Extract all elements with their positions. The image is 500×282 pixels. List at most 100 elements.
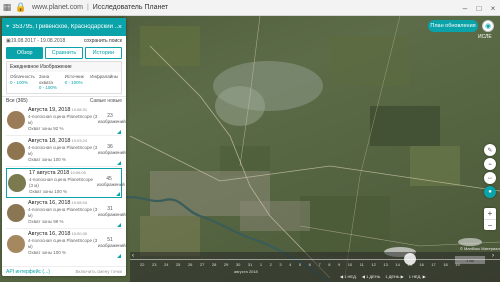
timeline-day[interactable]: 30 bbox=[236, 262, 240, 267]
url-bar[interactable]: www.planet.com bbox=[32, 4, 83, 11]
account-label[interactable]: ИСЛЕ bbox=[478, 34, 492, 40]
timeline-day[interactable]: 7 bbox=[318, 262, 320, 267]
timeline-day[interactable]: 5 bbox=[299, 262, 301, 267]
timeline-day[interactable]: 17 bbox=[431, 262, 435, 267]
card-date: Августа 19, 201810:08:31 bbox=[28, 106, 88, 113]
timeline: ‹ › 22 23 24 25 26 27 28 29 30 31 1 2 3 4 5 6 7 8 9 10 11 12 1… bbox=[130, 252, 500, 282]
draw-icon[interactable]: ✎ bbox=[484, 144, 496, 156]
card-description: 4-полосная сцена PlanetScope (3 м) bbox=[28, 207, 98, 219]
filters-header[interactable]: Ежедневное Изображение bbox=[7, 62, 121, 72]
back-week-button[interactable]: ◀ 1 НЕД. bbox=[340, 274, 357, 279]
measure-icon[interactable]: ↔ bbox=[484, 172, 496, 184]
image-card[interactable]: Августа 16, 201810:08:04 4-полосная сцена… bbox=[6, 199, 126, 229]
image-card[interactable]: 17 августа 201810:06:00 4-полосная сцена … bbox=[6, 167, 125, 198]
image-thumbnail[interactable] bbox=[7, 234, 25, 253]
zoom-out-button[interactable]: − bbox=[484, 219, 496, 230]
forward-week-button[interactable]: 1 НЕД. ▶ bbox=[409, 274, 426, 279]
card-body: Августа 18, 201810:03:24 4-полосная сцена… bbox=[28, 138, 98, 164]
timeline-forward-arrow-icon[interactable]: › bbox=[492, 253, 494, 259]
image-thumbnail[interactable] bbox=[7, 110, 25, 129]
timeline-day[interactable]: 8 bbox=[328, 262, 330, 267]
api-link[interactable]: API интерфейс (...) bbox=[6, 269, 50, 275]
sort-dropdown[interactable]: Самые новые bbox=[90, 98, 122, 104]
timeline-day[interactable]: 18 bbox=[443, 262, 447, 267]
tab-stories[interactable]: Истории bbox=[84, 47, 122, 59]
filter-coverage[interactable]: Зона охвата 0 - 100% bbox=[39, 74, 61, 91]
save-search-button[interactable]: сохранить поиск bbox=[84, 38, 122, 44]
location-search[interactable]: ⌖ 353795, Гривенское, Краснодарский ... … bbox=[2, 18, 126, 36]
api-extra[interactable]: Включить смену точки bbox=[75, 269, 122, 274]
timeline-back-arrow-icon[interactable]: ‹ bbox=[132, 253, 134, 259]
timeline-day[interactable]: 16 bbox=[419, 262, 423, 267]
list-header: Все (365) Самые новые bbox=[2, 95, 126, 105]
timeline-day[interactable]: 19 bbox=[455, 262, 459, 267]
timeline-day[interactable]: 26 bbox=[188, 262, 192, 267]
timeline-day[interactable]: 12 bbox=[371, 262, 375, 267]
search-panel: ⌖ 353795, Гривенское, Краснодарский ... … bbox=[2, 18, 126, 276]
account-avatar-icon[interactable]: ◉ bbox=[482, 20, 494, 32]
date-range-row: ▣ 19.08.2017 - 19.08.2018 сохранить поис… bbox=[2, 36, 126, 46]
card-coverage: Охват зоны 100 % bbox=[29, 189, 67, 195]
image-card[interactable]: Августа 19, 201810:08:31 4-полосная сцена… bbox=[6, 106, 126, 136]
timeline-cursor[interactable] bbox=[404, 253, 416, 265]
edit-shape-icon[interactable]: ⌁ bbox=[484, 158, 496, 170]
card-image-count[interactable]: 31 изображений bbox=[98, 206, 126, 218]
image-thumbnail[interactable] bbox=[7, 141, 25, 160]
location-marker-icon[interactable]: ● bbox=[484, 186, 496, 198]
close-icon[interactable]: × bbox=[486, 0, 500, 16]
image-card[interactable]: Августа 16, 201810:00:30 4-полосная сцена… bbox=[6, 230, 126, 259]
card-corner-icon bbox=[117, 129, 121, 134]
image-thumbnail[interactable] bbox=[7, 203, 25, 222]
map-credit: © Мапбокс Материал bbox=[460, 246, 500, 251]
minimize-icon[interactable]: – bbox=[458, 0, 472, 16]
timeline-step-controls: ◀ 1 НЕД. ◀ 1 ДЕНЬ 1 ДЕНЬ ▶ 1 НЕД. ▶ bbox=[340, 274, 426, 279]
filter-source[interactable]: Источник 0 - 100% bbox=[65, 74, 87, 91]
timeline-day[interactable]: 25 bbox=[176, 262, 180, 267]
timeline-day[interactable]: 31 bbox=[248, 262, 252, 267]
card-body: Августа 16, 201810:08:04 4-полосная сцена… bbox=[28, 200, 98, 226]
timeline-day[interactable]: 10 bbox=[348, 262, 352, 267]
timeline-day[interactable]: 24 bbox=[164, 262, 168, 267]
timeline-day[interactable]: 2 bbox=[270, 262, 272, 267]
timeline-day[interactable]: 22 bbox=[140, 262, 144, 267]
zoom-in-button[interactable]: + bbox=[484, 208, 496, 219]
grid-icon[interactable]: ▦ bbox=[0, 1, 14, 15]
card-image-count[interactable]: 23 изображений bbox=[98, 113, 126, 125]
lock-icon: 🔒 bbox=[15, 2, 27, 12]
timeline-day[interactable]: 14 bbox=[395, 262, 399, 267]
timeline-day[interactable]: 23 bbox=[152, 262, 156, 267]
timeline-day[interactable]: 11 bbox=[360, 262, 364, 267]
image-thumbnail[interactable] bbox=[8, 173, 26, 192]
filters-row: Облачность 0 - 100% Зона охвата 0 - 100%… bbox=[7, 72, 121, 93]
list-count[interactable]: Все (365) bbox=[6, 98, 28, 104]
maximize-icon[interactable]: □ bbox=[472, 0, 486, 16]
image-card[interactable]: Августа 18, 201810:03:24 4-полосная сцена… bbox=[6, 137, 126, 167]
filter-range: 0 - 100% bbox=[38, 85, 57, 91]
timeline-day[interactable]: 4 bbox=[289, 262, 291, 267]
card-image-count[interactable]: 51 изображений bbox=[98, 237, 126, 249]
card-image-count[interactable]: 36 изображений bbox=[98, 144, 126, 156]
upgrade-plan-button[interactable]: План обновления bbox=[428, 20, 478, 32]
timeline-day[interactable]: 27 bbox=[200, 262, 204, 267]
card-image-count[interactable]: 45 изображений bbox=[97, 176, 125, 188]
search-title[interactable]: 353795, Гривенское, Краснодарский ... bbox=[12, 24, 118, 30]
timeline-day[interactable]: 28 bbox=[212, 262, 216, 267]
date-range[interactable]: 19.08.2017 - 19.08.2018 bbox=[11, 38, 66, 44]
filter-cloud-cover[interactable]: Облачность 0 - 100% bbox=[10, 74, 35, 91]
clear-search-icon[interactable]: × bbox=[118, 24, 122, 31]
card-description: 4-полосная сцена PlanetScope (3 м) bbox=[28, 145, 98, 157]
timeline-day[interactable]: 29 bbox=[224, 262, 228, 267]
back-day-button[interactable]: ◀ 1 ДЕНЬ bbox=[362, 274, 380, 279]
card-body: Августа 19, 201810:08:31 4-полосная сцена… bbox=[28, 107, 98, 133]
tab-overview[interactable]: Обзор bbox=[6, 47, 44, 59]
timeline-day[interactable]: 3 bbox=[279, 262, 281, 267]
timeline-day[interactable]: 13 bbox=[383, 262, 387, 267]
forward-day-button[interactable]: 1 ДЕНЬ ▶ bbox=[385, 274, 403, 279]
filter-infrared[interactable]: Инфралайны bbox=[90, 74, 118, 91]
timeline-day[interactable]: 9 bbox=[338, 262, 340, 267]
filter-label: Зона охвата bbox=[38, 74, 53, 85]
filter-range: 0 - 100% bbox=[10, 79, 29, 85]
tab-compare[interactable]: Сравнить bbox=[45, 47, 83, 59]
timeline-day[interactable]: 6 bbox=[309, 262, 311, 267]
timeline-day[interactable]: 1 bbox=[260, 262, 262, 267]
